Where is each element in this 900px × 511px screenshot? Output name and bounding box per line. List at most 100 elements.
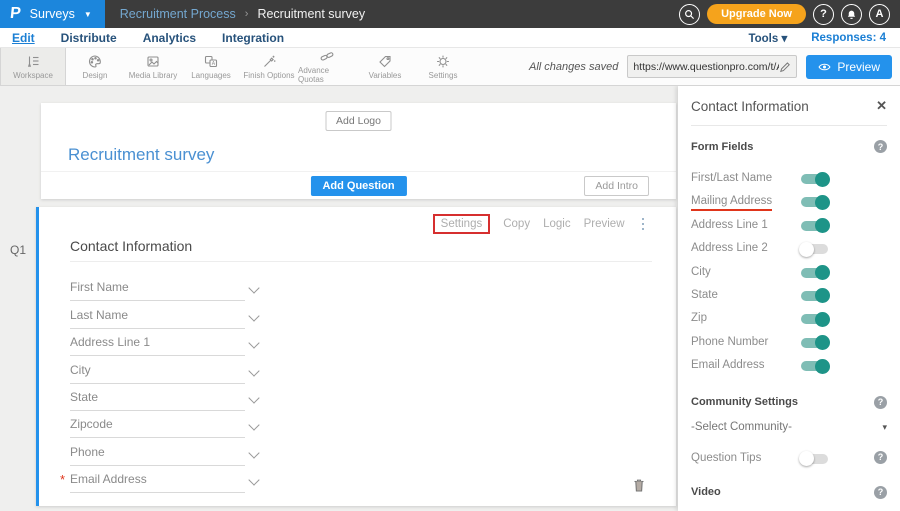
chevron-down-icon[interactable] <box>248 365 259 376</box>
panel-divider <box>691 125 887 126</box>
survey-header-card: Add Logo Recruitment survey Add Question… <box>41 103 676 199</box>
contact-fields-list: First Name Last Name Address Line 1 City <box>70 274 670 493</box>
tab-integration[interactable]: Integration <box>209 31 297 45</box>
tab-analytics[interactable]: Analytics <box>130 31 209 45</box>
tab-edit[interactable]: Edit <box>0 31 48 45</box>
toolbar-item-design[interactable]: Design <box>66 48 124 85</box>
city-toggle[interactable] <box>801 268 828 278</box>
field-label[interactable]: State <box>70 390 98 404</box>
chevron-down-icon[interactable] <box>248 447 259 458</box>
help-icon[interactable]: ? <box>874 486 887 499</box>
chain-links-icon <box>319 49 335 64</box>
question-logic-button[interactable]: Logic <box>543 218 571 230</box>
add-logo-button[interactable]: Add Logo <box>325 111 392 131</box>
question-preview-button[interactable]: Preview <box>584 218 625 230</box>
question-card: Settings Copy Logic Preview Contact Info… <box>36 207 676 506</box>
eye-icon <box>818 62 831 72</box>
account-avatar[interactable]: A <box>869 4 890 25</box>
chevron-down-icon[interactable] <box>248 338 259 349</box>
toolbar-item-finish-options[interactable]: Finish Options <box>240 48 298 85</box>
toolbar-item-variables[interactable]: Variables <box>356 48 414 85</box>
toggle-row-email-address: Email Address <box>691 354 887 377</box>
questionpro-logo-icon: P <box>9 5 22 23</box>
pencil-icon <box>779 61 791 73</box>
toolbar-item-label: Media Library <box>129 71 177 80</box>
field-label[interactable]: Address Line 1 <box>70 335 150 349</box>
community-settings-heading: Community Settings <box>691 396 798 408</box>
question-title[interactable]: Contact Information <box>70 238 192 254</box>
product-switcher[interactable]: P Surveys ▼ <box>0 0 105 28</box>
field-row-phone: Phone <box>70 438 670 465</box>
address-line-2-toggle[interactable] <box>801 244 828 254</box>
tab-distribute[interactable]: Distribute <box>48 31 130 45</box>
chevron-down-icon[interactable] <box>248 474 259 485</box>
mailing-address-toggle[interactable] <box>801 197 828 207</box>
delete-question-button[interactable] <box>632 478 646 498</box>
preview-button-label: Preview <box>837 60 880 74</box>
translate-icon: A <box>203 54 219 69</box>
survey-url-input[interactable]: https://www.questionpro.com/t/APNrFZ <box>633 61 779 73</box>
toggle-row-first-last-name: First/Last Name <box>691 167 887 190</box>
chevron-down-icon[interactable] <box>248 420 259 431</box>
toggle-row-question-tips: Question Tips ? <box>691 447 887 470</box>
help-icon[interactable]: ? <box>874 140 887 153</box>
question-settings-button[interactable]: Settings <box>433 214 491 234</box>
field-label[interactable]: Zipcode <box>70 417 113 431</box>
breadcrumb-folder[interactable]: Recruitment Process <box>120 7 236 21</box>
state-toggle[interactable] <box>801 291 828 301</box>
toolbar-item-languages[interactable]: A Languages <box>182 48 240 85</box>
field-label[interactable]: First Name <box>70 280 129 294</box>
chevron-down-icon[interactable] <box>248 392 259 403</box>
trash-icon <box>632 478 646 493</box>
edit-url-button[interactable] <box>779 61 791 73</box>
tools-menu[interactable]: Tools ▾ <box>748 31 787 45</box>
preview-button[interactable]: Preview <box>806 55 892 79</box>
phone-number-toggle[interactable] <box>801 338 828 348</box>
field-label[interactable]: Phone <box>70 445 105 459</box>
breadcrumb: Recruitment Process › Recruitment survey <box>120 7 365 21</box>
field-row-last-name: Last Name <box>70 301 670 328</box>
responses-link[interactable]: Responses: 4 <box>811 32 886 44</box>
toolbar-item-media-library[interactable]: Media Library <box>124 48 182 85</box>
first-last-name-toggle[interactable] <box>801 174 828 184</box>
required-marker: * <box>60 472 65 487</box>
toggle-row-mailing-address: Mailing Address <box>691 190 887 213</box>
tag-icon <box>377 54 393 69</box>
help-button[interactable]: ? <box>813 4 834 25</box>
survey-title[interactable]: Recruitment survey <box>68 145 214 165</box>
help-icon[interactable]: ? <box>874 451 887 464</box>
field-row-city: City <box>70 356 670 383</box>
toolbar-item-settings[interactable]: Settings <box>414 48 472 85</box>
survey-canvas: Add Logo Recruitment survey Add Question… <box>0 86 678 511</box>
field-label[interactable]: City <box>70 363 91 377</box>
palette-icon <box>87 54 103 69</box>
community-select[interactable]: -Select Community- ▾ <box>691 421 887 433</box>
toggle-label: Mailing Address <box>691 195 772 211</box>
save-status: All changes saved <box>529 61 618 73</box>
survey-url-box: https://www.questionpro.com/t/APNrFZ <box>627 55 797 78</box>
toolbar-item-advance-quotas[interactable]: Advance Quotas <box>298 48 356 85</box>
question-tips-toggle[interactable] <box>801 454 828 464</box>
email-address-toggle[interactable] <box>801 361 828 371</box>
upgrade-now-button[interactable]: Upgrade Now <box>707 4 806 24</box>
help-icon[interactable]: ? <box>874 396 887 409</box>
field-label[interactable]: Last Name <box>70 308 128 322</box>
video-section-header: Video ? <box>691 486 887 499</box>
toggle-label: State <box>691 289 718 301</box>
chevron-down-icon[interactable] <box>248 283 259 294</box>
toolbar-item-workspace[interactable]: Workspace <box>0 48 66 85</box>
toolbar-item-label: Design <box>83 71 108 80</box>
close-icon[interactable]: ✕ <box>876 98 887 114</box>
question-copy-button[interactable]: Copy <box>503 218 530 230</box>
notifications-button[interactable] <box>841 4 862 25</box>
chevron-down-icon[interactable] <box>248 310 259 321</box>
add-intro-button[interactable]: Add Intro <box>584 176 649 196</box>
question-more-menu[interactable] <box>638 216 649 233</box>
address-line-1-toggle[interactable] <box>801 221 828 231</box>
add-question-button[interactable]: Add Question <box>310 176 406 196</box>
field-label[interactable]: Email Address <box>70 472 147 486</box>
toggle-label: Address Line 1 <box>691 219 768 231</box>
search-button[interactable] <box>679 4 700 25</box>
field-row-email-address: * Email Address <box>70 466 670 493</box>
zip-toggle[interactable] <box>801 314 828 324</box>
